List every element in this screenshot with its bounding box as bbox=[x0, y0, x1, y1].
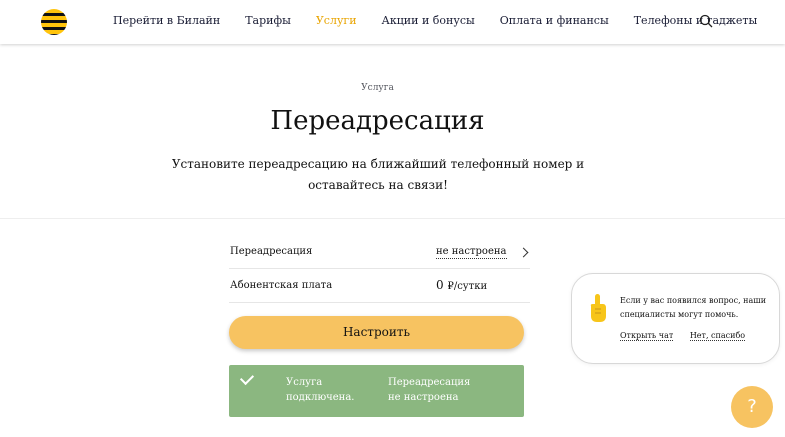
section-divider bbox=[0, 218, 785, 219]
nav-item-tariffs[interactable]: Тарифы bbox=[245, 14, 291, 27]
fee-row: Абонентская плата 0 ₽/сутки bbox=[229, 269, 530, 303]
nav-item-promotions[interactable]: Акции и бонусы bbox=[382, 14, 475, 27]
forwarding-row[interactable]: Переадресация не настроена bbox=[229, 235, 530, 269]
pointing-hand-icon bbox=[590, 294, 606, 322]
beeline-logo-icon[interactable] bbox=[41, 9, 67, 35]
status-forwarding-line2: не настроена bbox=[388, 392, 459, 403]
page-subtitle: Установите переадресацию на ближайший те… bbox=[171, 157, 585, 192]
page-eyebrow: Услуга bbox=[361, 83, 394, 93]
fee-label: Абонентская плата bbox=[230, 280, 333, 291]
check-icon bbox=[239, 370, 255, 386]
fee-unit: ₽/сутки bbox=[447, 281, 488, 292]
search-icon[interactable] bbox=[699, 14, 713, 28]
nav-item-payment[interactable]: Оплата и финансы bbox=[500, 14, 609, 27]
chat-actions: Открыть чат Нет, спасибо bbox=[620, 331, 759, 341]
status-service-line2: подключена. bbox=[286, 392, 355, 403]
nav-item-go-to-beeline[interactable]: Перейти в Билайн bbox=[113, 14, 220, 27]
main-nav: Перейти в Билайн Тарифы Услуги Акции и б… bbox=[113, 14, 782, 27]
status-banner: Услуга подключена. Переадресация не наст… bbox=[229, 365, 524, 417]
page-title: Переадресация bbox=[270, 106, 485, 136]
fee-amount: 0 bbox=[436, 278, 444, 292]
status-forwarding: Переадресация не настроена bbox=[388, 375, 470, 405]
nav-item-phones[interactable]: Телефоны и гаджеты bbox=[634, 14, 758, 27]
nav-item-services[interactable]: Услуги bbox=[316, 14, 357, 27]
status-service: Услуга подключена. bbox=[286, 375, 355, 405]
status-forwarding-line1: Переадресация bbox=[388, 377, 471, 388]
chat-popup: Если у вас появился вопрос, наши специал… bbox=[571, 273, 780, 364]
chat-message: Если у вас появился вопрос, наши специал… bbox=[620, 296, 767, 319]
status-service-line1: Услуга bbox=[286, 377, 323, 388]
forwarding-value[interactable]: не настроена bbox=[436, 246, 507, 259]
fee-value: 0 ₽/сутки bbox=[436, 278, 487, 292]
chevron-right-icon[interactable] bbox=[518, 247, 529, 258]
decline-chat-link[interactable]: Нет, спасибо bbox=[689, 331, 746, 341]
open-chat-link[interactable]: Открыть чат bbox=[620, 331, 674, 341]
top-header: Перейти в Билайн Тарифы Услуги Акции и б… bbox=[0, 0, 785, 44]
forwarding-label: Переадресация bbox=[230, 246, 313, 257]
configure-button[interactable]: Настроить bbox=[229, 316, 524, 349]
help-button[interactable]: ? bbox=[731, 386, 773, 428]
